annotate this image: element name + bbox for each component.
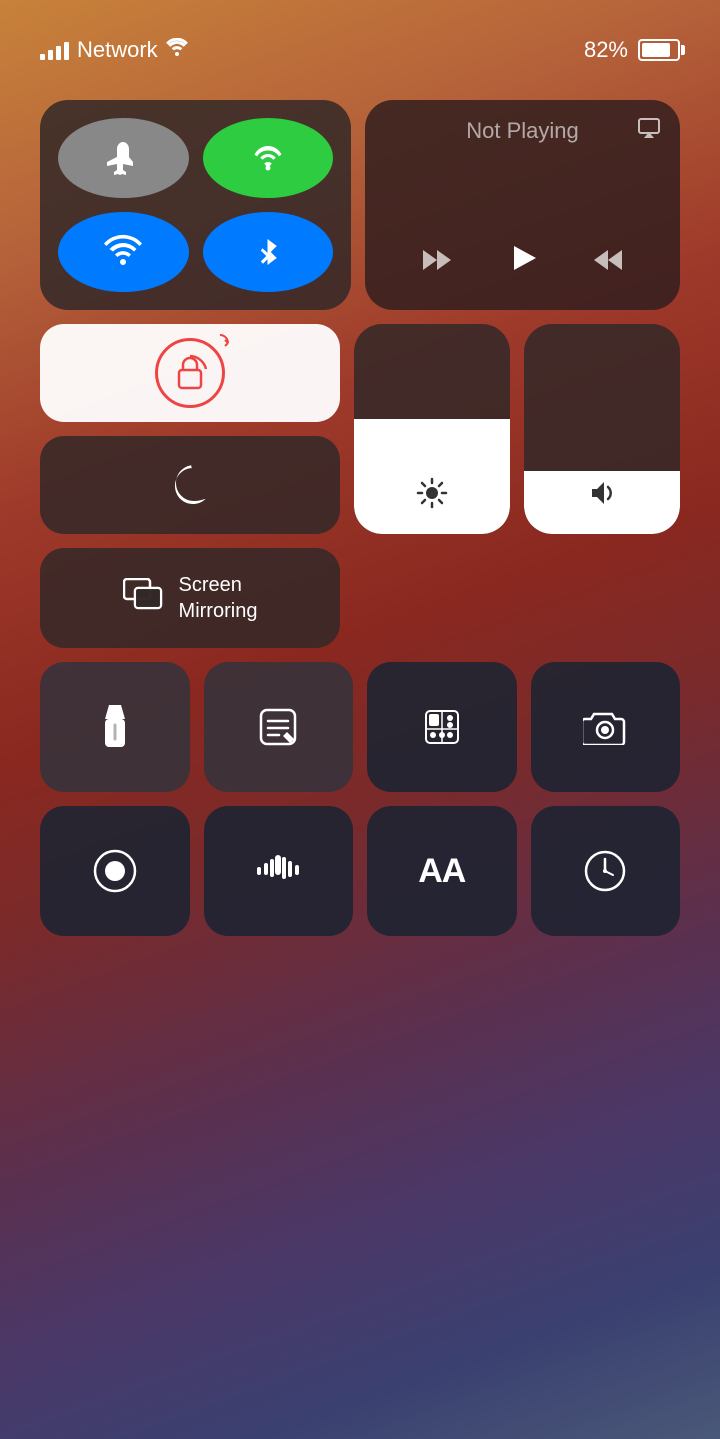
brightness-icon [416, 477, 448, 516]
fast-forward-button[interactable] [590, 246, 626, 281]
do-not-disturb-button[interactable] [40, 436, 340, 534]
notes-button[interactable] [204, 662, 354, 792]
bluetooth-button[interactable] [203, 212, 334, 292]
rewind-button[interactable] [419, 246, 455, 281]
camera-button[interactable] [531, 662, 681, 792]
battery-percent: 82% [584, 37, 628, 63]
flashlight-button[interactable] [40, 662, 190, 792]
bar3 [56, 46, 61, 60]
row1: Not Playing [40, 100, 680, 310]
brightness-slider[interactable] [354, 324, 510, 534]
row2-left [40, 324, 340, 534]
control-center: Not Playing [40, 100, 680, 936]
status-right: 82% [584, 37, 680, 63]
calculator-button[interactable] [367, 662, 517, 792]
screen-mirroring-label: ScreenMirroring [179, 572, 258, 624]
status-bar: Network 82% [0, 0, 720, 80]
battery-icon [638, 39, 680, 61]
text-size-label: AA [418, 852, 465, 891]
text-size-button[interactable]: AA [367, 806, 517, 936]
airplane-mode-button[interactable] [58, 118, 189, 198]
media-controls [385, 238, 660, 288]
row2 [40, 324, 680, 534]
network-label: Network [77, 37, 158, 63]
bar2 [48, 50, 53, 60]
lock-icon-wrap [155, 338, 225, 408]
clock-button[interactable] [531, 806, 681, 936]
status-left: Network [40, 37, 188, 63]
now-playing-panel: Not Playing [365, 100, 680, 310]
volume-icon [586, 477, 618, 516]
screen-mirroring-button[interactable]: ScreenMirroring [40, 548, 340, 648]
play-button[interactable] [502, 238, 542, 288]
signal-bars [40, 40, 69, 60]
shortcuts-row1 [40, 662, 680, 792]
volume-slider[interactable] [524, 324, 680, 534]
now-playing-title: Not Playing [385, 118, 660, 144]
shortcuts-row2: AA [40, 806, 680, 936]
battery-fill [642, 43, 670, 57]
screen-record-button[interactable] [40, 806, 190, 936]
screen-rotation-lock-button[interactable] [40, 324, 340, 422]
sound-recognition-button[interactable] [204, 806, 354, 936]
bar4 [64, 42, 69, 60]
cellular-button[interactable] [203, 118, 334, 198]
screen-mirroring-icon [123, 578, 163, 618]
row3: ScreenMirroring [40, 548, 680, 648]
wifi-button[interactable] [58, 212, 189, 292]
connectivity-panel [40, 100, 351, 310]
wifi-status-icon [166, 38, 188, 62]
airplay-button[interactable] [636, 116, 662, 149]
bar1 [40, 54, 45, 60]
